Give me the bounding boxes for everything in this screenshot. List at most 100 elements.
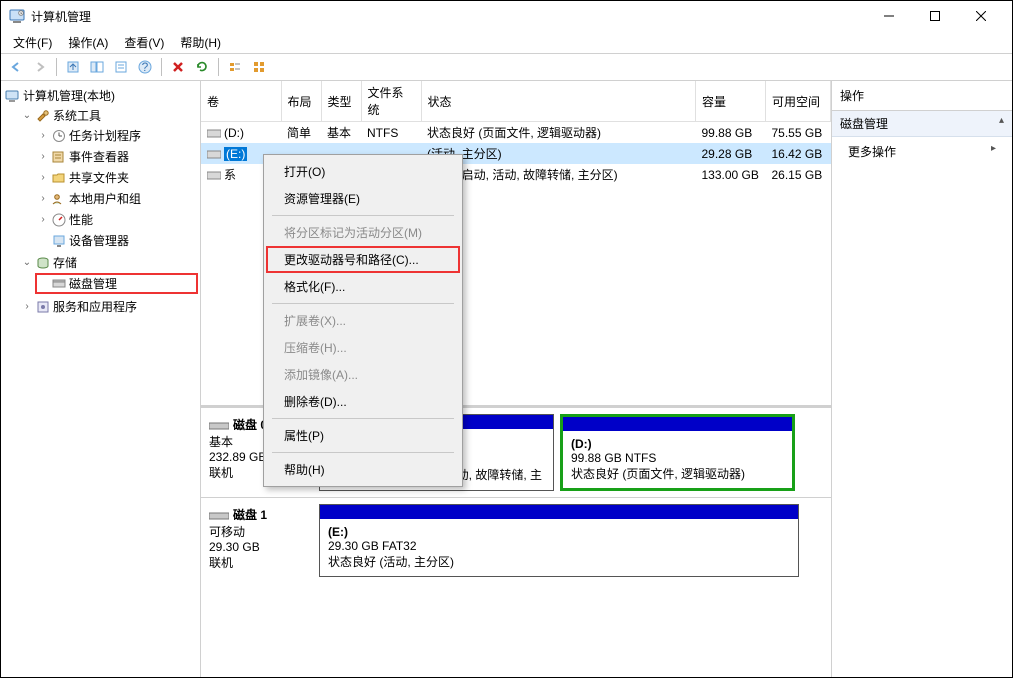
up-button[interactable]: [62, 56, 84, 78]
ctx-properties[interactable]: 属性(P): [266, 422, 460, 449]
collapse-icon[interactable]: ⌄: [21, 110, 33, 121]
col-fs[interactable]: 文件系统: [361, 81, 421, 122]
vol-layout: 简单: [281, 122, 321, 144]
expand-icon[interactable]: ›: [37, 151, 49, 162]
part-sub: 99.88 GB NTFS: [571, 451, 656, 465]
settings-grid-button[interactable]: [248, 56, 270, 78]
maximize-button[interactable]: [912, 1, 958, 31]
vol-capacity: 29.28 GB: [696, 143, 766, 164]
expand-icon[interactable]: ›: [37, 193, 49, 204]
tree-task-scheduler[interactable]: ›任务计划程序: [35, 126, 198, 145]
vol-free: 26.15 GB: [766, 164, 831, 185]
expand-icon[interactable]: ›: [37, 214, 49, 225]
ctx-add-mirror: 添加镜像(A)...: [266, 361, 460, 388]
chevron-up-icon[interactable]: ▴: [999, 115, 1004, 126]
col-free[interactable]: 可用空间: [766, 81, 831, 122]
tree-services-apps[interactable]: › 服务和应用程序: [19, 297, 198, 316]
delete-button[interactable]: [167, 56, 189, 78]
menu-action[interactable]: 操作(A): [60, 32, 116, 53]
tree-label: 事件查看器: [69, 148, 129, 165]
separator: [272, 452, 454, 453]
expand-icon[interactable]: ›: [37, 172, 49, 183]
menu-view[interactable]: 查看(V): [116, 32, 172, 53]
services-icon: [35, 299, 51, 315]
tools-icon: [35, 108, 51, 124]
col-status[interactable]: 状态: [421, 81, 696, 122]
disk-info[interactable]: 磁盘 1 可移动 29.30 GB 联机: [209, 504, 309, 577]
actions-more[interactable]: 更多操作 ▸: [832, 137, 1012, 166]
clock-icon: [51, 128, 67, 144]
col-volume[interactable]: 卷: [201, 81, 281, 122]
ctx-open[interactable]: 打开(O): [266, 158, 460, 185]
partition-e[interactable]: (E:) 29.30 GB FAT32 状态良好 (活动, 主分区): [319, 504, 799, 577]
tree-label: 服务和应用程序: [53, 298, 137, 315]
part-sub: 29.30 GB FAT32: [328, 539, 417, 553]
ctx-format[interactable]: 格式化(F)...: [266, 273, 460, 300]
forward-button[interactable]: [29, 56, 51, 78]
settings-list-button[interactable]: [224, 56, 246, 78]
actions-section-label: 磁盘管理: [840, 117, 888, 131]
ctx-explorer[interactable]: 资源管理器(E): [266, 185, 460, 212]
event-icon: [51, 149, 67, 165]
tree-performance[interactable]: ›性能: [35, 210, 198, 229]
ctx-change-drive-letter[interactable]: 更改驱动器号和路径(C)...: [266, 246, 460, 273]
refresh-button[interactable]: [191, 56, 213, 78]
back-button[interactable]: [5, 56, 27, 78]
vol-type: 基本: [321, 122, 361, 144]
tree-event-viewer[interactable]: › 事件查看器: [35, 147, 198, 166]
volume-icon: [207, 149, 221, 160]
context-menu[interactable]: 打开(O) 资源管理器(E) 将分区标记为活动分区(M) 更改驱动器号和路径(C…: [263, 154, 463, 487]
main-area: 计算机管理(本地) ⌄ 系统工具 ›任务计划程序 › 事件查看器 ›共享文件夹: [1, 81, 1012, 677]
menu-file[interactable]: 文件(F): [5, 32, 60, 53]
tree-label: 系统工具: [53, 107, 101, 124]
help-button[interactable]: ?: [134, 56, 156, 78]
titlebar: 计算机管理: [1, 1, 1012, 31]
tree-disk-management[interactable]: 磁盘管理: [35, 273, 198, 294]
actions-more-label: 更多操作: [848, 143, 896, 160]
window-title: 计算机管理: [31, 8, 866, 25]
disk-row: 磁盘 1 可移动 29.30 GB 联机 (E:) 29.30 GB FAT32…: [201, 497, 831, 583]
col-capacity[interactable]: 容量: [696, 81, 766, 122]
part-status: 状态良好 (活动, 主分区): [328, 555, 454, 569]
part-status: 状态良好 (页面文件, 逻辑驱动器): [571, 467, 745, 481]
partition-header: [320, 505, 798, 519]
tree-system-tools[interactable]: ⌄ 系统工具: [19, 106, 198, 125]
expand-icon[interactable]: ›: [37, 130, 49, 141]
part-title: (E:): [328, 525, 348, 539]
menu-help[interactable]: 帮助(H): [172, 32, 229, 53]
performance-icon: [51, 212, 67, 228]
navigation-tree[interactable]: 计算机管理(本地) ⌄ 系统工具 ›任务计划程序 › 事件查看器 ›共享文件夹: [1, 81, 201, 677]
volume-icon: [207, 170, 221, 181]
properties-button[interactable]: [110, 56, 132, 78]
col-layout[interactable]: 布局: [281, 81, 321, 122]
close-button[interactable]: [958, 1, 1004, 31]
chevron-right-icon: ▸: [991, 143, 996, 160]
tree-local-users[interactable]: ›本地用户和组: [35, 189, 198, 208]
separator: [161, 58, 162, 76]
collapse-icon[interactable]: ⌄: [21, 257, 33, 268]
disk-icon: [209, 420, 229, 430]
vol-status: 状态良好 (页面文件, 逻辑驱动器): [421, 122, 696, 144]
column-headers[interactable]: 卷 布局 类型 文件系统 状态 容量 可用空间: [201, 81, 831, 122]
users-icon: [51, 191, 67, 207]
tree-device-manager[interactable]: 设备管理器: [35, 231, 198, 250]
actions-header: 操作: [832, 81, 1012, 111]
separator: [272, 418, 454, 419]
partition-d-selected[interactable]: (D:) 99.88 GB NTFS 状态良好 (页面文件, 逻辑驱动器): [560, 414, 795, 491]
tree-storage[interactable]: ⌄ 存储: [19, 253, 198, 272]
ctx-help[interactable]: 帮助(H): [266, 456, 460, 483]
show-hide-tree-button[interactable]: [86, 56, 108, 78]
expand-icon[interactable]: ›: [21, 301, 33, 312]
vol-free: 16.42 GB: [766, 143, 831, 164]
storage-icon: [35, 255, 51, 271]
partitions: (E:) 29.30 GB FAT32 状态良好 (活动, 主分区): [319, 504, 823, 577]
col-type[interactable]: 类型: [321, 81, 361, 122]
tree-shared-folders[interactable]: ›共享文件夹: [35, 168, 198, 187]
app-icon: [9, 8, 25, 24]
tree-label: 计算机管理(本地): [23, 87, 115, 104]
tree-root[interactable]: 计算机管理(本地): [3, 86, 198, 105]
vol-name: (E:): [224, 147, 247, 161]
volume-row[interactable]: (D:) 简单 基本 NTFS 状态良好 (页面文件, 逻辑驱动器) 99.88…: [201, 122, 831, 144]
minimize-button[interactable]: [866, 1, 912, 31]
ctx-delete-volume[interactable]: 删除卷(D)...: [266, 388, 460, 415]
